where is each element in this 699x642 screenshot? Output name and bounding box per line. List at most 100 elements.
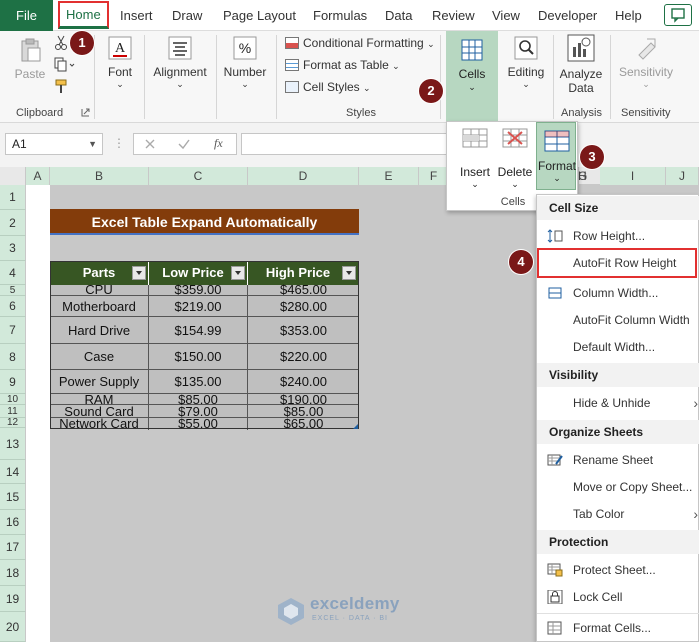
- column-header[interactable]: D: [248, 167, 359, 185]
- menu-item-row-height[interactable]: Row Height...: [537, 223, 699, 249]
- row-header[interactable]: 20: [0, 612, 26, 642]
- conditional-formatting-button[interactable]: Conditional Formatting ⌄: [285, 34, 435, 52]
- column-header[interactable]: J: [666, 167, 699, 185]
- dialog-launcher-icon[interactable]: [81, 108, 90, 117]
- row-header[interactable]: 19: [0, 586, 26, 612]
- select-all-corner[interactable]: [0, 167, 26, 185]
- menu-item-column-width[interactable]: Column Width...: [537, 280, 699, 306]
- font-button[interactable]: A Font ⌄: [102, 35, 138, 90]
- table-border: [50, 261, 359, 429]
- delete-cells-button[interactable]: Delete ⌄: [495, 126, 535, 190]
- format-as-table-icon: [285, 59, 299, 71]
- menu-developer[interactable]: Developer: [538, 0, 597, 31]
- paste-button[interactable]: Paste: [12, 37, 48, 81]
- row-header[interactable]: 7: [0, 317, 26, 344]
- menu-item-default-width[interactable]: Default Width...: [537, 334, 699, 360]
- cut-icon[interactable]: [54, 35, 68, 51]
- menu-review[interactable]: Review: [432, 0, 475, 31]
- menu-item-label: Column Width...: [573, 286, 659, 300]
- row-header[interactable]: 8: [0, 344, 26, 370]
- column-header[interactable]: F: [419, 167, 449, 185]
- menu-formulas[interactable]: Formulas: [313, 0, 367, 31]
- format-button[interactable]: Format ⌄: [536, 122, 576, 190]
- copy-icon[interactable]: [54, 57, 76, 73]
- row-header[interactable]: 18: [0, 560, 26, 586]
- menu-item-hide-unhide[interactable]: Hide & Unhide: [537, 390, 699, 416]
- cells-button[interactable]: Cells ⌄: [446, 31, 498, 123]
- row-header[interactable]: 1: [0, 185, 26, 210]
- number-label: Number: [223, 65, 267, 79]
- menu-help[interactable]: Help: [615, 0, 642, 31]
- insert-cells-button[interactable]: Insert ⌄: [455, 126, 495, 190]
- comments-button[interactable]: [664, 4, 692, 26]
- menu-item-label: Default Width...: [573, 340, 656, 354]
- row-header[interactable]: 17: [0, 535, 26, 560]
- menu-view[interactable]: View: [492, 0, 520, 31]
- clipboard-group-label: Clipboard: [16, 107, 64, 119]
- menu-file[interactable]: File: [0, 0, 53, 31]
- row-header[interactable]: 2: [0, 210, 26, 236]
- enter-icon[interactable]: [178, 138, 190, 150]
- exceldemy-logo-icon: [278, 598, 304, 625]
- ribbon-separator: [440, 35, 441, 119]
- row-header[interactable]: 12: [0, 418, 26, 428]
- format-as-table-button[interactable]: Format as Table ⌄: [285, 56, 400, 74]
- ribbon-separator: [553, 35, 554, 119]
- menu-item-autofit-row-height[interactable]: AutoFit Row Height: [537, 248, 697, 278]
- row-header[interactable]: 4: [0, 261, 26, 285]
- insert-function-icon[interactable]: fx: [214, 136, 223, 151]
- alignment-button[interactable]: Alignment ⌄: [150, 35, 210, 90]
- name-box[interactable]: A1 ▼: [5, 133, 103, 155]
- insert-label: Insert: [459, 165, 490, 179]
- column-header[interactable]: B: [50, 167, 149, 185]
- menu-item-tab-color[interactable]: Tab Color: [537, 501, 699, 527]
- menu-heading-organize-sheets: Organize Sheets: [537, 420, 699, 444]
- row-header[interactable]: 15: [0, 484, 26, 510]
- formula-controls: fx: [133, 133, 237, 155]
- row-header[interactable]: 3: [0, 236, 26, 261]
- formula-input[interactable]: [241, 133, 451, 155]
- format-painter-icon[interactable]: [54, 79, 70, 95]
- font-icon: A: [108, 36, 132, 60]
- menu-home[interactable]: Home: [58, 1, 109, 29]
- menu-draw[interactable]: Draw: [172, 0, 202, 31]
- row-header[interactable]: 5: [0, 285, 26, 296]
- analyze-data-label-2: Data: [568, 81, 594, 95]
- row-header[interactable]: 16: [0, 510, 26, 535]
- row-header[interactable]: 9: [0, 370, 26, 394]
- row-header[interactable]: 14: [0, 460, 26, 484]
- menu-item-protect-sheet[interactable]: Protect Sheet...: [537, 557, 699, 583]
- menu-item-label: Protect Sheet...: [573, 563, 656, 577]
- analyze-data-button[interactable]: Analyze Data: [557, 33, 605, 95]
- menu-page-layout[interactable]: Page Layout: [223, 0, 296, 31]
- menu-item-lock-cell[interactable]: Lock Cell: [537, 584, 699, 610]
- cell-styles-button[interactable]: Cell Styles ⌄: [285, 78, 371, 96]
- menu-item-label: Move or Copy Sheet...: [573, 480, 693, 494]
- name-box-value: A1: [12, 137, 27, 151]
- column-header[interactable]: I: [600, 167, 666, 185]
- rename-sheet-icon: [547, 454, 563, 466]
- svg-text:A: A: [115, 41, 126, 56]
- row-header[interactable]: 6: [0, 296, 26, 317]
- menu-data[interactable]: Data: [385, 0, 412, 31]
- menu-item-rename-sheet[interactable]: Rename Sheet: [537, 447, 699, 473]
- column-header[interactable]: E: [359, 167, 419, 185]
- menu-insert[interactable]: Insert: [120, 0, 153, 31]
- menu-item-format-cells[interactable]: Format Cells...: [537, 615, 699, 641]
- ribbon: Paste Clipboard A Font ⌄ Alignment ⌄ % N…: [0, 31, 699, 123]
- column-header[interactable]: H: [578, 167, 587, 185]
- cancel-icon[interactable]: [144, 138, 156, 150]
- editing-button[interactable]: Editing ⌄: [504, 35, 548, 90]
- sensitivity-button[interactable]: Sensitivity ⌄: [616, 35, 676, 90]
- row-header[interactable]: 10: [0, 394, 26, 405]
- table-resize-handle[interactable]: [353, 424, 358, 429]
- ribbon-separator: [144, 35, 145, 119]
- menu-item-autofit-column-width[interactable]: AutoFit Column Width: [537, 307, 699, 333]
- number-button[interactable]: % Number ⌄: [222, 35, 268, 90]
- column-header[interactable]: A: [26, 167, 50, 185]
- column-width-icon: [548, 287, 562, 299]
- sheet-title[interactable]: Excel Table Expand Automatically: [50, 209, 359, 235]
- column-header[interactable]: C: [149, 167, 248, 185]
- row-header[interactable]: 13: [0, 428, 26, 460]
- menu-item-move-copy-sheet[interactable]: Move or Copy Sheet...: [537, 474, 699, 500]
